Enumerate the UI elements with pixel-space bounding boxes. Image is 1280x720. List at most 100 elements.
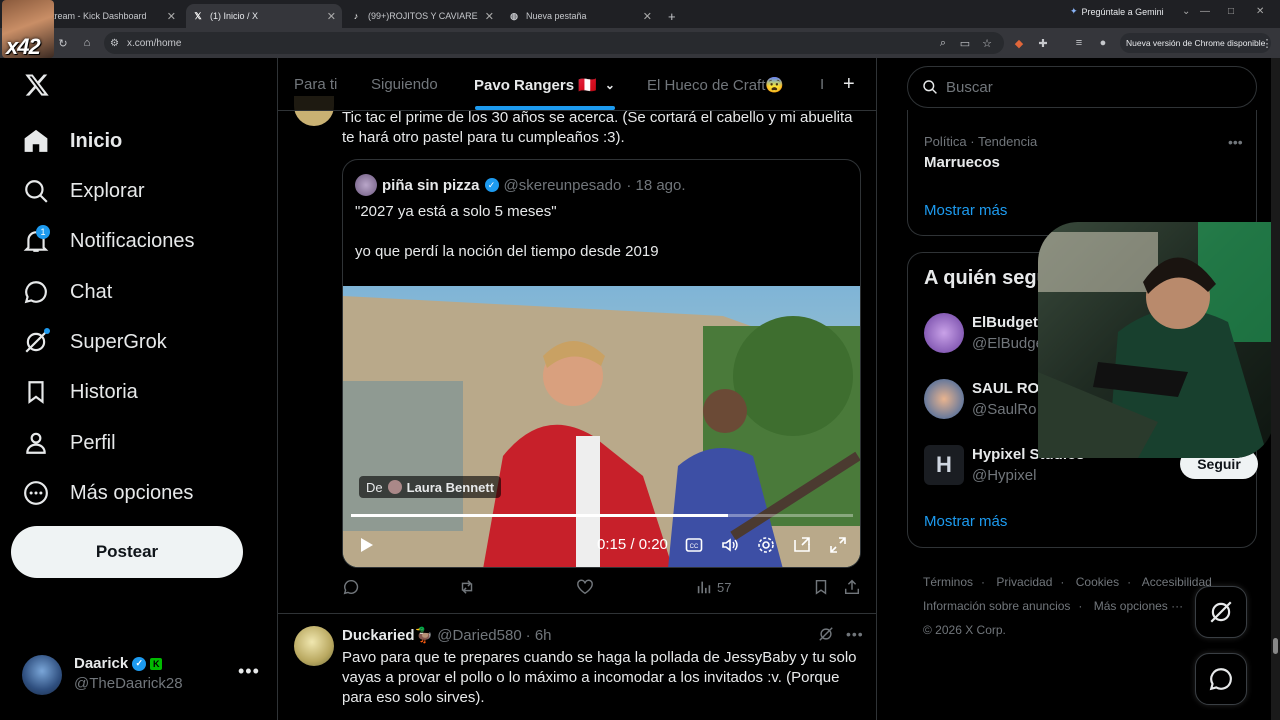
post-button[interactable]: Postear [11,526,243,578]
close-icon[interactable]: ✕ [485,10,494,23]
like-heart-icon[interactable] [576,578,594,596]
home-button-icon[interactable]: ⌂ [80,36,94,50]
grok-floating-button[interactable] [1195,586,1247,638]
close-icon[interactable]: ✕ [327,10,336,23]
sidebar-item-label: Notificaciones [70,229,195,252]
search-box[interactable] [907,66,1257,108]
tab-kick-dashboard[interactable]: tream - Kick Dashboard ✕ [46,4,182,28]
sidebar-item-supergrok[interactable]: SuperGrok [22,322,167,362]
minimize-button[interactable]: — [1200,6,1210,17]
add-tab-plus-icon[interactable]: + [843,58,855,111]
tweet-header-actions: ••• [818,626,864,642]
chrome-update-chip[interactable]: Nueva versión de Chrome disponible [1120,33,1272,53]
gemini-button[interactable]: ✦ Pregúntale a Gemini [1070,6,1164,17]
tab-search-icon[interactable]: ⌄ [1182,6,1190,17]
sidebar-item-mas-opciones[interactable]: Más opciones [22,473,193,513]
tab-tiktok[interactable]: ♪ (99+)ROJITOS Y CAVIARES UN... ✕ [344,4,500,28]
footer-link-privacidad[interactable]: Privacidad [996,575,1052,589]
x-logo-icon[interactable] [24,72,52,100]
repost-icon[interactable] [458,578,476,596]
address-bar[interactable]: ⚙ x.com/home [104,32,1004,54]
sidebar-item-chat[interactable]: Chat [22,272,112,312]
tweet-time[interactable]: · 6h [526,627,552,644]
tab-siguiendo[interactable]: Siguiendo [371,58,438,111]
chevron-down-icon[interactable]: ⌄ [605,78,615,92]
video-progress-bar[interactable] [351,514,853,517]
views-stat[interactable]: 57 [695,578,731,596]
bookmark-icon[interactable] [812,578,830,596]
close-icon[interactable]: ✕ [643,10,652,23]
tweet-text: Pavo para que te prepares cuando se haga… [342,649,857,706]
sidebar-item-label: Explorar [70,179,145,202]
extension-icon[interactable]: ◆ [1012,36,1026,50]
chrome-menu-icon[interactable]: ⋮ [1260,36,1274,50]
tab-el-hueco-de-craft[interactable]: El Hueco de Craft😨 [647,58,784,111]
account-switcher[interactable]: Daarick ✓ K @TheDaarick28 ••• [22,653,267,697]
quoted-tweet-text-line-1: "2027 ya está a solo 5 meses" [355,203,557,220]
active-tab-indicator [475,106,615,110]
messages-floating-button[interactable] [1195,653,1247,705]
page-scrollbar[interactable] [1271,58,1280,720]
video-player[interactable]: De Laura Bennett 0:15 / 0:20 CC [343,286,860,567]
maximize-button[interactable]: □ [1228,6,1234,17]
cast-icon[interactable]: ▭ [958,36,972,50]
volume-icon[interactable] [721,536,739,554]
sidebar-item-explorar[interactable]: Explorar [22,171,144,211]
play-icon[interactable] [357,536,375,554]
tab-para-ti[interactable]: Para ti [294,58,337,111]
captions-icon[interactable]: CC [685,536,703,554]
browser-toolbar: ↻ ⌂ ⚙ x.com/home ⌕ ▭ ☆ ◆ ✚ ≡ ● Nueva ver… [0,28,1280,58]
scrollbar-thumb[interactable] [1273,638,1278,654]
sidebar-item-label: Historia [70,380,138,403]
tweet-text: Tic tac el prime de los 30 años se acerc… [342,109,853,146]
author-handle[interactable]: @Daried580 [437,627,521,644]
tab-x-home[interactable]: 𝕏 (1) Inicio / X ✕ [186,4,342,28]
bookmark-star-icon[interactable]: ☆ [980,36,994,50]
close-icon[interactable]: ✕ [167,10,176,23]
tab-pavo-rangers[interactable]: Pavo Rangers 🇵🇪 ⌄ [474,58,615,111]
bookmark-icon [22,378,50,406]
fullscreen-icon[interactable] [829,536,847,554]
footer-link-terminos[interactable]: Términos [923,575,973,589]
quoted-tweet[interactable]: piña sin pizza ✓ @skereunpesado · 18 ago… [342,159,861,568]
profile-avatar-icon[interactable]: ● [1096,36,1110,50]
zoom-icon[interactable]: ⌕ [936,36,950,50]
share-icon[interactable] [843,578,861,596]
sidebar-item-label: Inicio [70,129,123,152]
reload-icon[interactable]: ↻ [56,36,70,50]
kick-badge-icon: K [150,657,163,670]
more-dots-icon[interactable]: ••• [846,626,864,642]
verified-badge-icon: ✓ [132,656,147,671]
show-more-link[interactable]: Mostrar más [924,513,1007,530]
author-name[interactable]: Duckaried🦆 [342,626,433,644]
view-count: 57 [717,579,732,595]
search-input[interactable] [944,77,1224,97]
sidebar-item-inicio[interactable]: Inicio [22,121,122,161]
tweet[interactable]: Duckaried🦆 @Daried580 · 6h ••• Pavo para… [278,613,876,720]
new-tab-button[interactable]: + [662,4,682,28]
tab-title: Nueva pestaña [526,11,587,21]
site-info-icon[interactable]: ⚙ [110,38,119,49]
extensions-puzzle-icon[interactable]: ✚ [1036,36,1050,50]
more-dots-icon[interactable]: ••• [1228,134,1243,150]
media-list-icon[interactable]: ≡ [1072,36,1086,50]
tab-overflow[interactable]: I [820,58,824,111]
footer-link-mas-opciones[interactable]: Más opciones ··· [1094,599,1183,613]
sidebar-item-historia[interactable]: Historia [22,372,138,412]
show-more-link[interactable]: Mostrar más [924,202,1007,219]
picture-in-picture-icon[interactable] [793,536,811,554]
tweet-header: Duckaried🦆 @Daried580 · 6h [342,626,552,645]
close-window-button[interactable]: ✕ [1256,6,1264,17]
quoted-tweet-date: · 18 ago. [626,176,686,194]
grok-icon[interactable] [818,626,834,642]
settings-gear-icon[interactable] [757,536,775,554]
sidebar-item-notificaciones[interactable]: 1 Notificaciones [22,221,195,261]
video-credit[interactable]: De Laura Bennett [359,476,502,498]
avatar[interactable] [294,626,334,666]
more-dots-icon[interactable]: ••• [238,661,260,682]
tab-new-tab[interactable]: ◍ Nueva pestaña ✕ [502,4,658,28]
sidebar-item-perfil[interactable]: Perfil [22,423,116,463]
footer-link-cookies[interactable]: Cookies [1076,575,1119,589]
reply-icon[interactable] [342,578,360,596]
footer-link-anuncios[interactable]: Información sobre anuncios [923,599,1070,613]
